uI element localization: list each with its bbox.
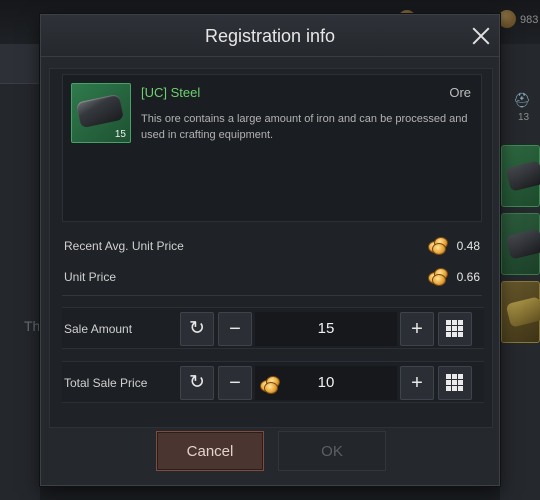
background-partial-text: Th	[24, 318, 41, 334]
background-ore-icon	[505, 296, 540, 328]
registration-info-dialog: Registration info 15 [UC] Steel Ore This…	[40, 14, 500, 486]
sale-amount-field[interactable]: 15	[255, 312, 397, 346]
background-item-slot	[501, 213, 540, 275]
steel-ingot-icon	[75, 93, 125, 129]
background-item-slot	[501, 145, 540, 207]
item-card: 15 [UC] Steel Ore This ore contains a la…	[62, 74, 482, 222]
background-currency-text: 983	[520, 14, 539, 26]
keypad-icon	[446, 320, 464, 338]
ok-button[interactable]: OK	[278, 431, 386, 471]
sale-amount-increase-button[interactable]: +	[400, 312, 434, 346]
total-price-reset-button[interactable]: ↻	[180, 366, 214, 400]
background-helmet-icon: ⛑	[513, 92, 531, 108]
background-ore-icon	[505, 160, 540, 192]
recent-avg-price-label: Recent Avg. Unit Price	[64, 239, 184, 253]
background-ore-icon	[505, 228, 540, 260]
sale-amount-keypad-button[interactable]	[438, 312, 472, 346]
plus-icon: +	[411, 318, 423, 340]
recent-avg-price-value: 0.48	[456, 239, 480, 253]
unit-price-row: Unit Price 0.66	[64, 266, 480, 288]
item-quantity: 15	[114, 129, 126, 140]
gold-coin-icon	[428, 235, 450, 255]
total-sale-price-label: Total Sale Price	[64, 376, 148, 390]
sale-amount-label: Sale Amount	[64, 322, 133, 336]
background-left-tab	[0, 44, 40, 84]
gold-coin-icon	[428, 266, 450, 286]
sale-amount-reset-button[interactable]: ↻	[180, 312, 214, 346]
recent-avg-price-row: Recent Avg. Unit Price 0.48	[64, 235, 480, 257]
sale-amount-row: Sale Amount ↻ − 15 +	[62, 307, 484, 349]
dialog-title: Registration info	[41, 15, 499, 57]
keypad-icon	[446, 374, 464, 392]
unit-price-label: Unit Price	[64, 270, 117, 284]
plus-icon: +	[411, 372, 423, 394]
total-price-increase-button[interactable]: +	[400, 366, 434, 400]
reset-icon: ↻	[189, 372, 205, 393]
gold-coin-icon	[260, 374, 282, 394]
background-item-slot	[501, 281, 540, 343]
item-name: [UC] Steel	[141, 85, 201, 100]
total-sale-price-row: Total Sale Price ↻ − 10 +	[62, 361, 484, 403]
total-price-decrease-button[interactable]: −	[218, 366, 252, 400]
dialog-body: 15 [UC] Steel Ore This ore contains a la…	[49, 68, 493, 428]
background-right-count: 13	[518, 112, 530, 123]
close-icon[interactable]	[469, 24, 493, 48]
background-coin-icon	[498, 10, 516, 28]
sale-amount-decrease-button[interactable]: −	[218, 312, 252, 346]
total-price-keypad-button[interactable]	[438, 366, 472, 400]
minus-icon: −	[229, 372, 241, 394]
background-left-panel	[0, 44, 40, 500]
unit-price-value: 0.66	[456, 270, 480, 284]
cancel-button[interactable]: Cancel	[156, 431, 264, 471]
item-category: Ore	[449, 85, 471, 100]
minus-icon: −	[229, 318, 241, 340]
divider	[62, 295, 482, 296]
item-slot: 15	[71, 83, 131, 143]
reset-icon: ↻	[189, 318, 205, 339]
item-description: This ore contains a large amount of iron…	[141, 113, 468, 141]
